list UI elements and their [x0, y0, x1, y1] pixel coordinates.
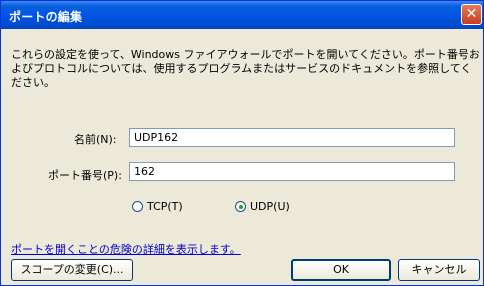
udp-radio-circle — [235, 201, 246, 212]
tcp-radio-label: TCP(T) — [147, 200, 183, 213]
name-label: 名前(N): — [74, 133, 117, 146]
title-bar[interactable]: ポートの編集 ✕ — [1, 1, 483, 29]
dialog-window: ポートの編集 ✕ これらの設定を使って、Windows ファイアウォールでポート… — [0, 0, 484, 286]
udp-radio-label: UDP(U) — [250, 200, 290, 213]
ok-button[interactable]: OK — [291, 259, 391, 281]
tcp-radio[interactable]: TCP(T) — [132, 200, 183, 213]
name-field[interactable] — [129, 128, 455, 147]
close-icon[interactable]: ✕ — [461, 4, 482, 25]
window-title: ポートの編集 — [9, 10, 83, 24]
description-text: これらの設定を使って、Windows ファイアウォールでポートを開いてください。… — [11, 48, 480, 89]
cancel-button[interactable]: キャンセル — [398, 259, 480, 281]
change-scope-button[interactable]: スコープの変更(C)... — [11, 259, 133, 281]
udp-radio[interactable]: UDP(U) — [235, 200, 290, 213]
port-field[interactable] — [129, 162, 455, 181]
tcp-radio-circle — [132, 201, 143, 212]
risk-details-link[interactable]: ポートを開くことの危険の詳細を表示します。 — [11, 241, 241, 257]
port-label: ポート番号(P): — [48, 169, 122, 182]
